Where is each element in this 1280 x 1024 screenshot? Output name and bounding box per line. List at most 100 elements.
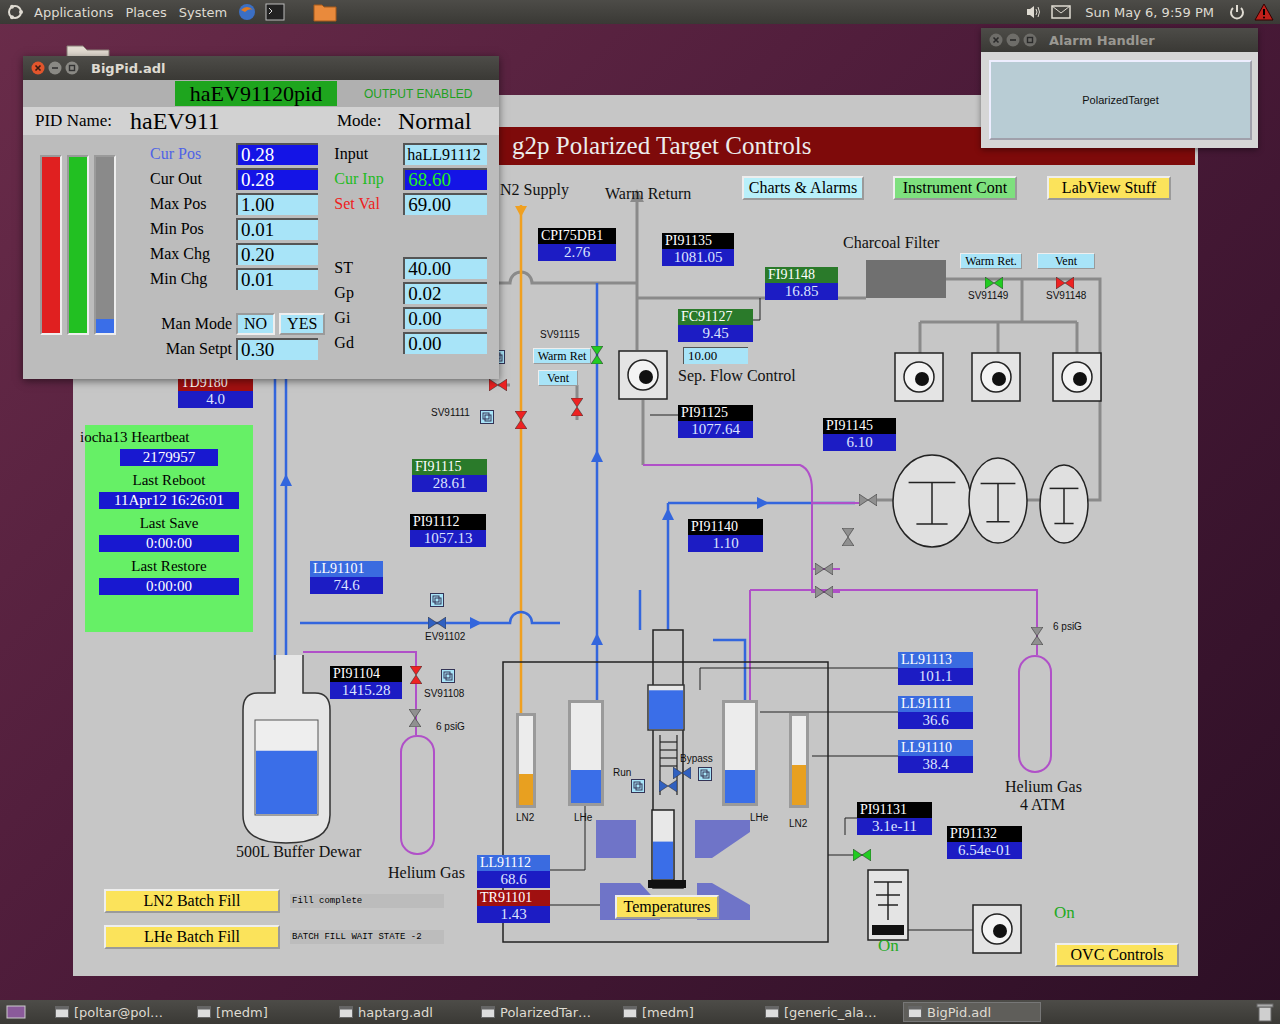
field-value[interactable]: 0.20 — [236, 243, 318, 265]
readout-label: LL91112 — [477, 855, 550, 871]
pid-bar — [40, 155, 62, 335]
valve-icon[interactable] — [410, 666, 422, 684]
readout: LL91101 74.6 — [310, 561, 383, 594]
terminal-icon[interactable] — [265, 3, 285, 21]
manual-mode-button[interactable]: NO — [236, 313, 275, 335]
taskbar-item[interactable]: PolarizedTar… — [477, 1002, 615, 1022]
vent-button[interactable]: Vent — [1037, 253, 1095, 269]
power-icon[interactable] — [1228, 3, 1246, 21]
batch-fill-button[interactable]: LN2 Batch Fill — [104, 889, 280, 913]
batch-fill-status: Fill complete — [290, 894, 444, 908]
panel-menu[interactable]: System — [177, 5, 229, 20]
mail-icon[interactable] — [1051, 5, 1071, 19]
level-tube — [568, 700, 604, 806]
nav-button[interactable]: Charts & Alarms — [742, 176, 864, 200]
valve-icon[interactable] — [489, 379, 507, 391]
readout-label: LL91113 — [898, 652, 973, 668]
close-icon[interactable] — [31, 61, 45, 75]
readout: PI91104 1415.28 — [330, 666, 402, 699]
panel-menu[interactable]: Applications — [32, 5, 115, 20]
pressure-label: 6 psiG — [436, 721, 465, 732]
field-label: Cur Inp — [334, 170, 403, 188]
vent-button[interactable]: Warm Ret. — [960, 253, 1022, 269]
ubuntu-logo-icon[interactable] — [6, 3, 24, 21]
browser-icon[interactable] — [237, 2, 257, 22]
alert-icon[interactable] — [1254, 3, 1274, 21]
close-icon[interactable] — [989, 33, 1003, 47]
valve-icon[interactable] — [842, 528, 854, 546]
alarm-group-button[interactable]: PolarizedTarget — [989, 60, 1252, 140]
minimize-icon[interactable] — [1006, 33, 1020, 47]
taskbar-item[interactable]: haptarg.adl — [335, 1002, 473, 1022]
vent-button[interactable]: Warm Ret — [533, 348, 591, 364]
panel-button[interactable]: Temperatures — [615, 895, 719, 919]
readout: TR91101 1.43 — [477, 890, 550, 923]
valve-icon[interactable] — [859, 494, 877, 506]
valve-icon[interactable] — [985, 277, 1003, 289]
nav-button[interactable]: LabView Stuff — [1047, 176, 1171, 200]
field-value[interactable]: 0.00 — [403, 332, 487, 354]
panel-button[interactable]: OVC Controls — [1055, 943, 1179, 967]
valve-control-icon[interactable] — [430, 593, 444, 607]
batch-fill-button[interactable]: LHe Batch Fill — [104, 925, 280, 949]
volume-icon[interactable] — [1025, 4, 1043, 20]
field-label: Gp — [334, 284, 403, 302]
valve-control-icon[interactable] — [698, 767, 712, 781]
field-value[interactable]: 0.30 — [236, 338, 318, 360]
field-value[interactable]: 1.00 — [236, 193, 318, 215]
taskbar-item[interactable]: [medm] — [619, 1002, 757, 1022]
maximize-icon[interactable] — [1023, 33, 1037, 47]
readout-value: 2.76 — [538, 244, 616, 261]
maximize-icon[interactable] — [65, 61, 79, 75]
folder-icon[interactable] — [313, 2, 337, 22]
field-value[interactable]: 0.01 — [236, 218, 318, 240]
pid-field-row: Cur Pos 0.28 — [150, 143, 325, 165]
taskbar-item[interactable]: [poltar@pol… — [51, 1002, 189, 1022]
valve-control-icon[interactable] — [631, 779, 645, 793]
valve-icon[interactable] — [815, 586, 833, 598]
tube-label: LN2 — [516, 812, 534, 823]
field-value[interactable]: 0.00 — [403, 307, 487, 329]
flow-setpoint-field[interactable]: 10.00 — [683, 347, 748, 364]
field-value: 68.60 — [403, 168, 487, 190]
taskbar-item[interactable]: [generic_ala… — [761, 1002, 899, 1022]
diagram-label: Warm Return — [605, 185, 691, 203]
window-icon — [339, 1006, 353, 1018]
valve-icon[interactable] — [673, 767, 691, 779]
field-value[interactable]: 40.00 — [403, 257, 487, 279]
minimize-icon[interactable] — [48, 61, 62, 75]
heartbeat-label: Last Reboot — [133, 472, 206, 489]
vent-button[interactable]: Vent — [538, 370, 578, 386]
manual-mode-button[interactable]: YES — [279, 313, 325, 335]
taskbar-item[interactable]: BigPid.adl — [903, 1002, 1041, 1022]
field-value[interactable]: 0.02 — [403, 282, 487, 304]
taskbar-item[interactable]: [medm] — [193, 1002, 331, 1022]
valve-control-icon[interactable] — [480, 410, 494, 424]
field-value[interactable]: 69.00 — [403, 193, 487, 215]
pid-right-fields: Input haLL91112Cur Inp 68.60Set Val 69.0… — [334, 143, 487, 360]
valve-icon[interactable] — [853, 849, 871, 861]
trash-icon[interactable] — [1256, 1002, 1274, 1022]
clock[interactable]: Sun May 6, 9:59 PM — [1085, 5, 1214, 20]
pump-status: On — [1054, 903, 1075, 923]
valve-icon[interactable] — [571, 398, 583, 416]
valve-icon[interactable] — [1056, 277, 1074, 289]
field-value[interactable]: haLL91112 — [403, 143, 487, 165]
valve-label: SV91149 — [968, 290, 1008, 301]
field-value[interactable]: 0.01 — [236, 268, 318, 290]
valve-control-icon[interactable] — [441, 669, 455, 683]
nav-button[interactable]: Instrument Cont — [893, 176, 1017, 200]
valve-icon[interactable] — [1031, 627, 1043, 645]
valve-icon[interactable] — [815, 563, 833, 575]
valve-icon[interactable] — [409, 709, 421, 727]
batch-fill-status: BATCH FILL WAIT STATE -2 — [290, 930, 444, 944]
readout-label: PI91104 — [330, 666, 402, 682]
panel-menu[interactable]: Places — [123, 5, 168, 20]
show-desktop-icon[interactable] — [6, 1004, 26, 1020]
mode-value: Normal — [398, 108, 471, 135]
valve-icon[interactable] — [591, 346, 603, 364]
readout-label: PI91140 — [688, 519, 763, 535]
valve-icon[interactable] — [659, 780, 677, 792]
valve-icon[interactable] — [515, 411, 527, 429]
valve-icon[interactable] — [428, 617, 446, 629]
